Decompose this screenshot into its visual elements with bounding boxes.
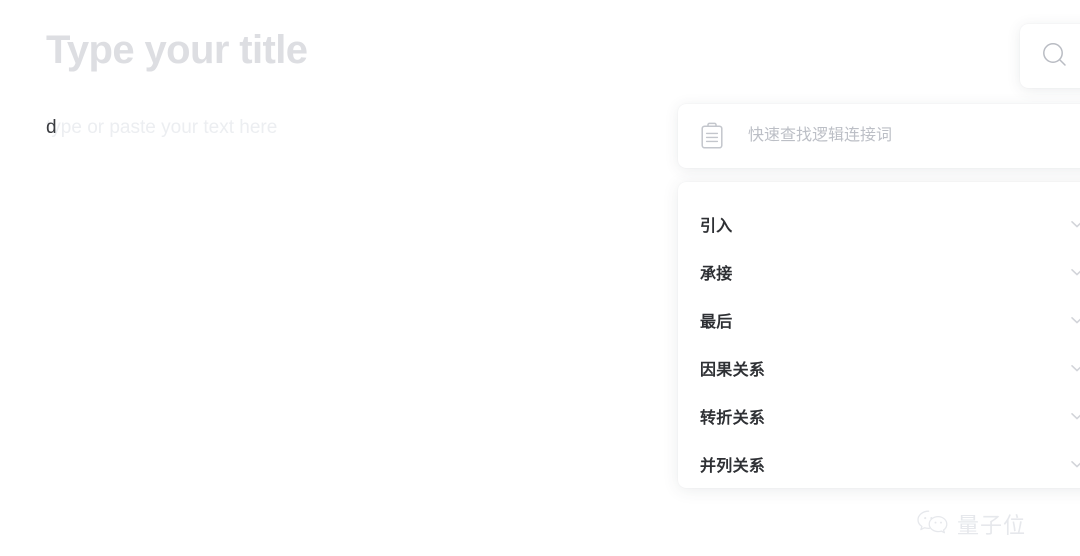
category-row-5[interactable]: 并列关系 xyxy=(678,440,1080,488)
wechat-icon xyxy=(916,509,950,540)
category-row-3[interactable]: 因果关系 xyxy=(678,344,1080,392)
category-label: 引入 xyxy=(700,218,733,235)
body-typed-text: d xyxy=(46,117,57,138)
category-label: 转折关系 xyxy=(700,410,766,427)
quick-search-bar[interactable] xyxy=(678,104,1080,168)
chevron-down-icon[interactable] xyxy=(1068,311,1080,329)
chevron-down-icon[interactable] xyxy=(1068,455,1080,473)
category-label: 最后 xyxy=(700,314,733,331)
clipboard-icon xyxy=(698,122,726,150)
category-list: 引入 承接 最后 因果关系 转折关系 并列关系 xyxy=(678,182,1080,488)
category-row-1[interactable]: 承接 xyxy=(678,248,1080,296)
category-label: 并列关系 xyxy=(700,458,766,475)
category-row-4[interactable]: 转折关系 xyxy=(678,392,1080,440)
search-icon xyxy=(1038,39,1072,73)
body-placeholder: type or paste your text here xyxy=(46,117,278,138)
document-editor[interactable]: Type your title type or paste your text … xyxy=(0,0,680,556)
category-row-2[interactable]: 最后 xyxy=(678,296,1080,344)
chevron-down-icon[interactable] xyxy=(1068,215,1080,233)
category-label: 因果关系 xyxy=(700,362,766,379)
title-placeholder[interactable]: Type your title xyxy=(46,24,308,76)
watermark: 量子位 xyxy=(916,508,1026,540)
search-button[interactable] xyxy=(1020,24,1080,88)
category-label: 承接 xyxy=(700,266,733,283)
watermark-text: 量子位 xyxy=(957,514,1027,539)
quick-search-input[interactable] xyxy=(748,121,1080,151)
chevron-down-icon[interactable] xyxy=(1068,263,1080,281)
logic-connector-panel: 引入 承接 最后 因果关系 xyxy=(678,104,1080,494)
chevron-down-icon[interactable] xyxy=(1068,359,1080,377)
category-row-0[interactable]: 引入 xyxy=(678,200,1080,248)
chevron-down-icon[interactable] xyxy=(1068,407,1080,425)
